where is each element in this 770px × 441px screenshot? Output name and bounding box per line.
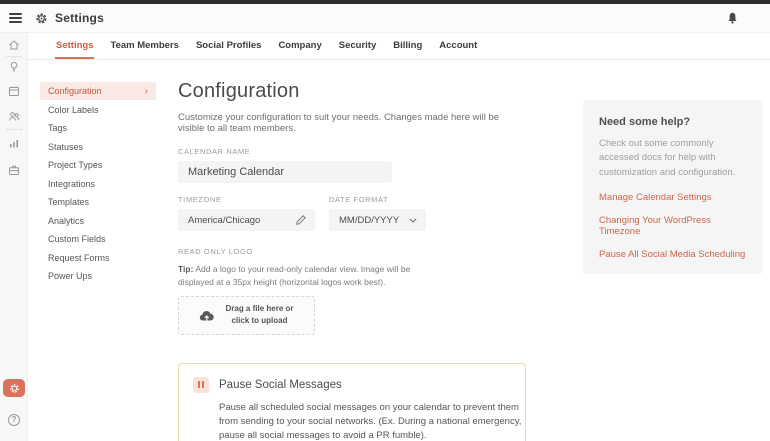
calendar-icon[interactable]: [8, 85, 20, 97]
nav-item-tags[interactable]: Tags: [40, 119, 156, 137]
nav-item-configuration[interactable]: Configuration ›: [40, 82, 156, 100]
tab-billing[interactable]: Billing: [392, 33, 423, 59]
help-title: Need some help?: [599, 116, 747, 128]
briefcase-icon[interactable]: [8, 164, 20, 176]
chevron-down-icon: [409, 218, 417, 223]
app-header: Settings: [0, 4, 770, 33]
bell-icon[interactable]: [726, 11, 739, 26]
read-only-logo-label: READ ONLY LOGO: [178, 247, 526, 256]
date-format-select[interactable]: MM/DD/YYYY: [329, 209, 426, 231]
page-header-title: Settings: [55, 11, 104, 25]
bar-chart-icon[interactable]: [8, 137, 20, 149]
date-format-label: DATE FORMAT: [329, 195, 426, 204]
timezone-field[interactable]: America/Chicago: [178, 209, 315, 231]
page-description: Customize your configuration to suit you…: [178, 112, 526, 134]
nav-item-templates[interactable]: Templates: [40, 193, 156, 211]
rail-divider-dashed: [6, 129, 22, 130]
help-link-wordpress-timezone[interactable]: Changing Your WordPress Timezone: [599, 215, 747, 237]
tab-social-profiles[interactable]: Social Profiles: [195, 33, 262, 59]
calendar-name-input[interactable]: [178, 161, 392, 183]
chevron-right-icon: ›: [145, 86, 148, 97]
rail-divider: [6, 56, 22, 57]
tab-company[interactable]: Company: [277, 33, 322, 59]
nav-item-analytics[interactable]: Analytics: [40, 212, 156, 230]
help-icon[interactable]: ?: [8, 414, 20, 426]
logo-upload-dropzone[interactable]: Drag a file here or click to upload: [178, 296, 315, 335]
settings-gear-icon: [9, 383, 20, 394]
nav-item-custom-fields[interactable]: Custom Fields: [40, 230, 156, 248]
main-content: Settings Team Members Social Profiles Co…: [28, 33, 770, 441]
pause-social-messages-card: Pause Social Messages Pause all schedule…: [178, 363, 526, 441]
help-link-pause-social-scheduling[interactable]: Pause All Social Media Scheduling: [599, 249, 747, 260]
timezone-label: TIMEZONE: [178, 195, 315, 204]
gear-icon: [35, 12, 48, 25]
settings-tab-bar: Settings Team Members Social Profiles Co…: [28, 33, 770, 60]
pause-card-title: Pause Social Messages: [219, 379, 342, 391]
configuration-panel: Configuration Customize your configurati…: [178, 80, 526, 441]
page-title: Configuration: [178, 80, 526, 103]
lightbulb-icon[interactable]: [8, 61, 20, 73]
settings-rail-item-active[interactable]: [3, 379, 25, 397]
home-icon[interactable]: [8, 39, 20, 51]
tab-account[interactable]: Account: [438, 33, 478, 59]
nav-item-request-forms[interactable]: Request Forms: [40, 249, 156, 267]
tab-security[interactable]: Security: [338, 33, 378, 59]
nav-item-color-labels[interactable]: Color Labels: [40, 101, 156, 119]
pencil-icon[interactable]: [296, 215, 306, 225]
settings-side-nav: Configuration › Color Labels Tags Status…: [40, 82, 156, 286]
pause-card-body: Pause all scheduled social messages on y…: [219, 401, 531, 441]
nav-item-project-types[interactable]: Project Types: [40, 156, 156, 174]
calendar-name-label: CALENDAR NAME: [178, 147, 526, 156]
cloud-upload-icon: [199, 309, 216, 322]
logo-tip-text: Tip: Add a logo to your read-only calend…: [178, 263, 446, 289]
nav-item-power-ups[interactable]: Power Ups: [40, 267, 156, 285]
tab-settings[interactable]: Settings: [55, 33, 94, 59]
users-icon[interactable]: [8, 110, 20, 122]
nav-item-integrations[interactable]: Integrations: [40, 175, 156, 193]
pause-icon: [193, 377, 209, 393]
left-icon-rail: ?: [0, 33, 28, 441]
tab-team-members[interactable]: Team Members: [109, 33, 179, 59]
help-sidebar: Need some help? Check out some commonly …: [583, 100, 763, 274]
menu-icon[interactable]: [9, 13, 22, 23]
nav-item-statuses[interactable]: Statuses: [40, 138, 156, 156]
help-link-manage-calendar-settings[interactable]: Manage Calendar Settings: [599, 192, 747, 203]
help-description: Check out some commonly accessed docs fo…: [599, 137, 747, 180]
upload-text: Drag a file here or click to upload: [225, 303, 293, 328]
